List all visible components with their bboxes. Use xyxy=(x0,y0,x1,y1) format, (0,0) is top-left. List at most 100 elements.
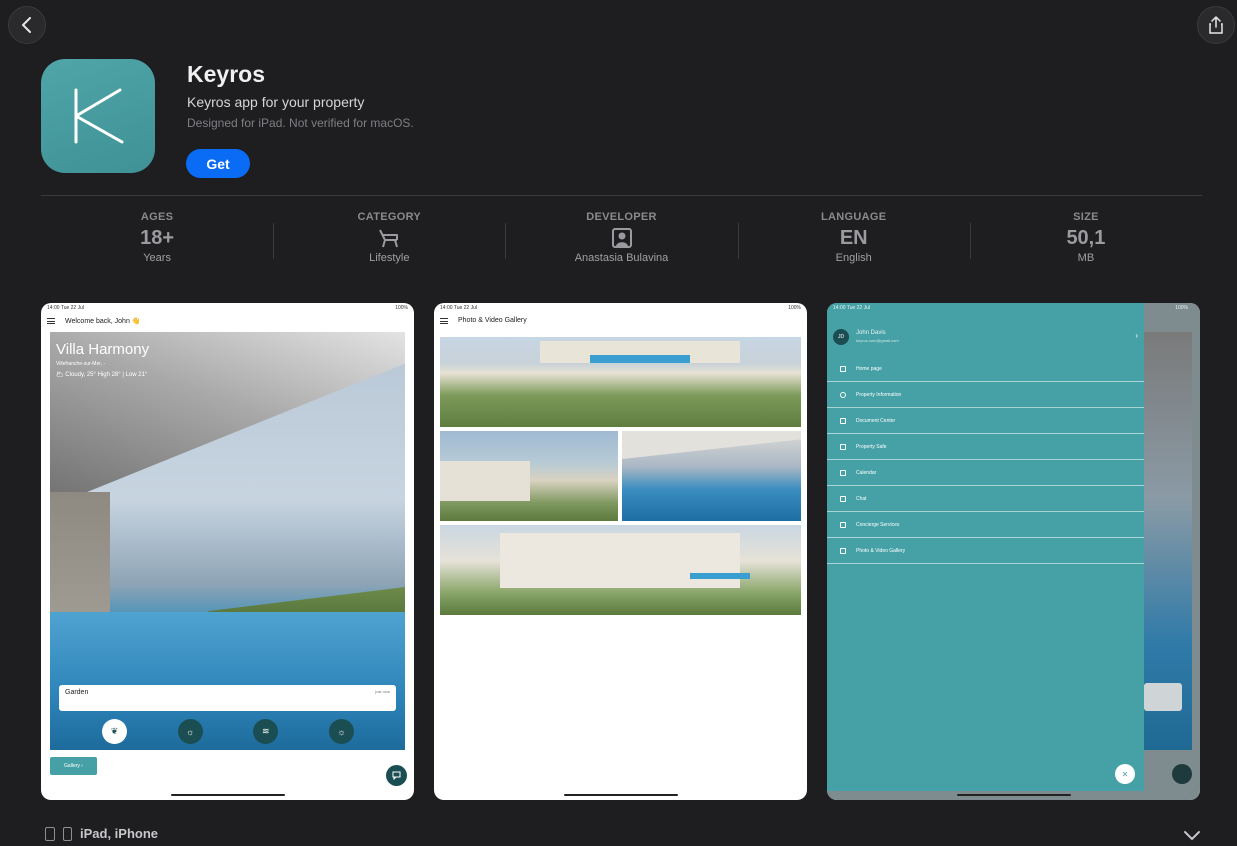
gallery-photo[interactable] xyxy=(440,337,801,427)
status-time: 14:00 xyxy=(833,305,846,311)
close-icon[interactable]: ✕ xyxy=(1115,764,1135,784)
info-category: CATEGORY Lifestyle xyxy=(273,205,505,275)
menu-item-label: Chat xyxy=(856,495,867,502)
menu-item-document-center[interactable]: Document Center xyxy=(827,408,1144,434)
home-indicator xyxy=(170,794,285,796)
gallery-title: Photo & Video Gallery xyxy=(458,317,527,324)
weather-text: 🌥 Cloudy, 25° High 28° | Low 21° xyxy=(56,372,148,378)
chat-icon xyxy=(840,495,846,502)
status-date: Tue 22 Jul xyxy=(60,305,84,311)
gallery-icon xyxy=(840,547,846,554)
chevron-right-icon: › xyxy=(1135,331,1138,340)
avatar: JD xyxy=(833,329,849,345)
share-button[interactable] xyxy=(1197,6,1235,44)
leaf-icon[interactable]: ❦ xyxy=(102,719,127,744)
status-time: 14:00 xyxy=(440,305,453,311)
menu-item-calendar[interactable]: Calendar xyxy=(827,460,1144,486)
status-bar: 14:00 Tue 22 Jul 100% xyxy=(41,303,414,313)
info-icon xyxy=(840,391,846,398)
menu-item-label: Home page xyxy=(856,365,882,372)
chevron-down-icon[interactable] xyxy=(1183,828,1201,842)
garden-card[interactable]: Garden just now xyxy=(59,685,396,711)
greeting: Welcome back, John 👋 xyxy=(65,318,141,325)
card-time: just now xyxy=(375,689,390,694)
chat-icon[interactable] xyxy=(386,765,407,786)
menu-item-chat[interactable]: Chat xyxy=(827,486,1144,512)
screenshot-gallery-page[interactable]: 14:00 Tue 22 Jul 100% Photo & Video Gall… xyxy=(434,303,807,800)
info-developer: DEVELOPER Anastasia Bulavina xyxy=(505,205,737,275)
concierge-icon xyxy=(840,521,846,528)
hero-buttons: ❦ ☼ ≋ ☼ xyxy=(102,719,354,745)
info-label: SIZE xyxy=(1073,211,1099,223)
status-date: Tue 22 Jul xyxy=(453,305,477,311)
info-label: LANGUAGE xyxy=(821,211,887,223)
menu-item-label: Concierge Services xyxy=(856,521,900,528)
back-button[interactable] xyxy=(8,6,46,44)
status-battery: 100% xyxy=(395,305,408,311)
info-size: SIZE 50,1 MB xyxy=(969,205,1202,275)
status-battery: 100% xyxy=(1175,305,1188,311)
home-indicator xyxy=(563,794,678,796)
home-icon xyxy=(840,365,846,372)
info-value: 50,1 xyxy=(1066,226,1106,249)
info-sub: MB xyxy=(1077,252,1095,264)
home-indicator xyxy=(956,794,1071,796)
info-sub: Years xyxy=(143,252,171,264)
divider xyxy=(41,195,1202,196)
menu-item-concierge[interactable]: Concierge Services xyxy=(827,512,1144,538)
light-icon[interactable]: ☼ xyxy=(328,719,354,744)
menu-item-property-information[interactable]: Property Information xyxy=(827,382,1144,408)
calendar-icon xyxy=(840,469,846,476)
menu-icon[interactable] xyxy=(440,317,448,324)
app-icon xyxy=(41,59,155,173)
info-language: LANGUAGE EN English xyxy=(737,205,970,275)
info-label: CATEGORY xyxy=(357,211,422,223)
app-header: Keyros Keyros app for your property Desi… xyxy=(41,59,1202,179)
background-card xyxy=(1144,683,1182,711)
menu-item-label: Calendar xyxy=(856,469,877,476)
user-profile[interactable]: JD John Davis keyros.com@gmail.com › xyxy=(833,328,1138,348)
chat-icon xyxy=(1172,764,1192,784)
status-date: Tue 22 Jul xyxy=(846,305,870,311)
info-sub[interactable]: Anastasia Bulavina xyxy=(575,252,669,264)
menu-item-label: Property Information xyxy=(856,391,902,398)
card-title: Garden xyxy=(65,689,89,696)
user-email: keyros.com@gmail.com xyxy=(856,338,899,343)
pool-icon[interactable]: ≋ xyxy=(253,719,279,744)
status-battery: 100% xyxy=(788,305,801,311)
screenshot-gallery[interactable]: 14:00 Tue 22 Jul 100% Welcome back, John… xyxy=(41,303,1200,800)
menu-item-property-safe[interactable]: Property Safe xyxy=(827,434,1144,460)
gallery-photo[interactable] xyxy=(440,431,618,521)
app-title: Keyros xyxy=(187,61,265,87)
menu-item-home[interactable]: Home page xyxy=(827,356,1144,382)
info-label: DEVELOPER xyxy=(586,211,657,223)
info-value: 18+ xyxy=(140,226,175,249)
menu-item-label: Property Safe xyxy=(856,443,887,450)
app-subtitle: Keyros app for your property xyxy=(187,94,365,110)
iphone-icon xyxy=(63,826,72,841)
keyros-logo-icon xyxy=(74,88,124,144)
sun-icon[interactable]: ☼ xyxy=(177,719,203,744)
menu-item-gallery[interactable]: Photo & Video Gallery xyxy=(827,538,1144,564)
nav-bar: Welcome back, John 👋 xyxy=(47,317,141,325)
info-row: AGES 18+ Years CATEGORY Lifestyle DEVELO… xyxy=(41,205,1202,275)
gallery-photo[interactable] xyxy=(440,525,801,615)
get-button[interactable]: Get xyxy=(186,149,250,178)
gallery-button[interactable]: Gallery › xyxy=(50,757,97,775)
drawer-menu: Home page Property Information Document … xyxy=(827,356,1144,564)
info-value: EN xyxy=(839,226,868,249)
property-location: Villefranche-sur-Mer, - xyxy=(56,361,106,367)
gallery-photo[interactable] xyxy=(622,431,801,521)
screenshot-home[interactable]: 14:00 Tue 22 Jul 100% Welcome back, John… xyxy=(41,303,414,800)
screenshot-menu[interactable]: 14:00 Tue 22 Jul 100% JD John Davis keyr… xyxy=(827,303,1200,800)
ipad-icon xyxy=(45,826,55,841)
status-bar: 14:00 Tue 22 Jul 100% xyxy=(434,303,807,313)
menu-icon[interactable] xyxy=(47,318,55,324)
info-sub: English xyxy=(835,252,872,264)
side-drawer: 14:00 Tue 22 Jul 100% JD John Davis keyr… xyxy=(827,303,1188,791)
info-ages: AGES 18+ Years xyxy=(41,205,273,275)
device-compatibility: iPad, iPhone xyxy=(45,826,158,841)
status-bar: 14:00 Tue 22 Jul 100% xyxy=(827,303,1188,313)
person-icon xyxy=(611,226,633,250)
info-label: AGES xyxy=(140,211,174,223)
